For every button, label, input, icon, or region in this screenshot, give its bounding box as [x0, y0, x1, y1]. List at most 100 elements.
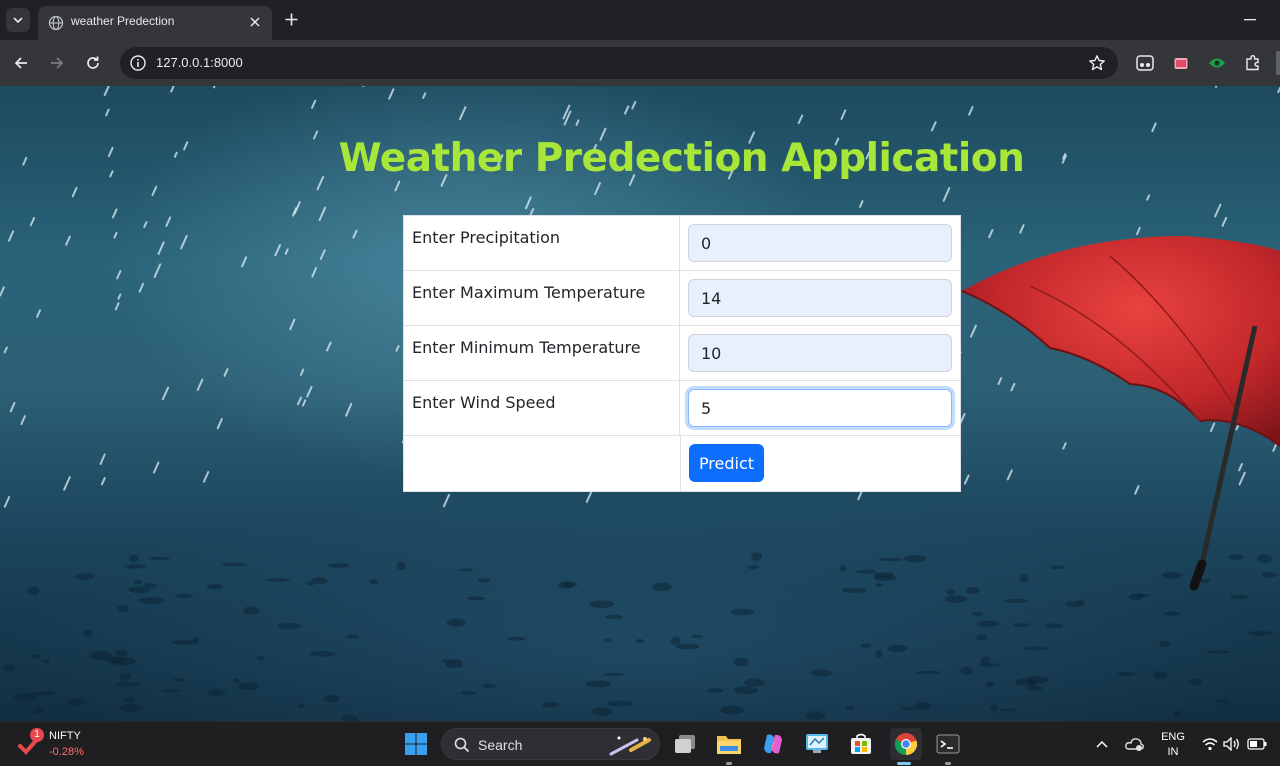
- extension-incognito-button[interactable]: [1135, 53, 1155, 73]
- rain-streak: [970, 324, 977, 338]
- ground-droplet: [507, 636, 526, 641]
- rain-streak: [318, 206, 327, 221]
- tab-title: weather Predection: [71, 14, 175, 28]
- rain-streak: [116, 270, 122, 280]
- max-temperature-input[interactable]: [688, 279, 952, 317]
- ground-droplet: [1261, 572, 1277, 578]
- rain-streak: [594, 182, 601, 196]
- rain-streak: [959, 412, 966, 424]
- ground-droplet: [860, 643, 872, 648]
- rain-streak: [797, 114, 804, 125]
- reload-button[interactable]: [81, 51, 105, 75]
- copilot-icon: [764, 734, 782, 754]
- globe-icon: [48, 15, 64, 31]
- ground-droplet: [887, 644, 908, 653]
- stock-name[interactable]: NIFTY: [49, 730, 81, 742]
- ground-droplet: [460, 691, 477, 695]
- ground-droplet: [915, 670, 942, 674]
- rain-streak: [223, 368, 229, 377]
- site-info-icon[interactable]: [129, 54, 147, 72]
- ground-droplet: [691, 634, 703, 639]
- precipitation-cell: [680, 216, 960, 270]
- copilot-button[interactable]: [759, 730, 787, 758]
- ground-droplet: [744, 678, 765, 687]
- min-temperature-input[interactable]: [688, 334, 952, 372]
- ground-droplet: [327, 563, 350, 568]
- forward-button[interactable]: [45, 51, 69, 75]
- taskbar: 1 NIFTY -0.28% Search ENG IN: [0, 721, 1280, 766]
- predict-button[interactable]: Predict: [689, 444, 764, 482]
- battery-button[interactable]: [1246, 730, 1268, 758]
- ground-droplet: [1128, 593, 1144, 601]
- ground-droplet: [1229, 594, 1249, 600]
- reload-icon: [87, 56, 99, 69]
- rain-streak: [988, 229, 994, 239]
- ground-droplet: [971, 612, 984, 616]
- side-panel-edge: [1276, 51, 1280, 75]
- file-explorer-button[interactable]: [715, 730, 743, 758]
- back-button[interactable]: [9, 51, 33, 75]
- url-text[interactable]: 127.0.0.1:8000: [156, 55, 243, 70]
- ground-droplet: [604, 638, 612, 643]
- show-hidden-icons-button[interactable]: [1089, 730, 1115, 758]
- terminal-button[interactable]: [934, 730, 962, 758]
- ground-droplet: [1153, 670, 1168, 680]
- ground-droplet: [876, 583, 884, 588]
- min-temperature-label: Enter Minimum Temperature: [404, 326, 680, 380]
- ground-droplet: [1023, 646, 1049, 651]
- browser-toolbar: 127.0.0.1:8000: [0, 40, 1280, 86]
- tray-app-button[interactable]: [1122, 730, 1148, 758]
- extensions-menu-button[interactable]: [1243, 53, 1263, 73]
- language-indicator[interactable]: ENG IN: [1160, 730, 1186, 760]
- ground-droplet: [114, 681, 139, 688]
- arrow-left-icon: [14, 57, 27, 69]
- bookmark-star-icon[interactable]: [1088, 54, 1106, 72]
- task-view-button[interactable]: [671, 730, 699, 758]
- extension-picture-button[interactable]: [1171, 53, 1191, 73]
- speaker-icon: [1223, 737, 1239, 751]
- rain-streak: [71, 186, 78, 198]
- ground-droplet: [1044, 623, 1064, 628]
- tab-active[interactable]: weather Predection: [38, 6, 272, 40]
- ground-droplet: [1188, 678, 1203, 686]
- form-row-submit: Predict: [404, 436, 960, 491]
- rain-streak: [65, 235, 71, 246]
- ground-droplet: [670, 636, 681, 646]
- rain-streak: [9, 402, 16, 413]
- rain-streak: [170, 86, 175, 93]
- ground-droplet: [238, 682, 259, 691]
- chrome-taskbar-button[interactable]: [890, 728, 922, 760]
- rain-streak: [422, 92, 427, 99]
- tab-search-menu-button[interactable]: [6, 8, 30, 32]
- empty-label-cell: [404, 436, 681, 491]
- ground-droplet: [841, 587, 868, 593]
- precipitation-input[interactable]: [688, 224, 952, 262]
- ground-droplet: [1013, 623, 1031, 628]
- control-panel-button[interactable]: [803, 730, 831, 758]
- ground-droplet: [116, 605, 129, 612]
- glasses-icon: [1136, 55, 1154, 71]
- eye-icon: [1209, 58, 1225, 68]
- rain-streak: [196, 378, 204, 391]
- wifi-status-button[interactable]: [1200, 730, 1220, 758]
- taskbar-search-box[interactable]: Search: [441, 728, 660, 760]
- ground-droplet: [128, 586, 150, 594]
- extension-eye-button[interactable]: [1207, 53, 1227, 73]
- control-panel-icon: [806, 734, 828, 753]
- ground-droplet: [914, 701, 932, 710]
- wind-speed-input[interactable]: [688, 389, 952, 427]
- ground-droplet: [675, 643, 700, 650]
- tab-close-button[interactable]: [246, 13, 264, 31]
- rain-streak: [3, 496, 11, 508]
- address-bar[interactable]: 127.0.0.1:8000: [120, 47, 1118, 79]
- rain-streak: [311, 267, 318, 278]
- microsoft-store-button[interactable]: [847, 730, 875, 758]
- ground-droplet: [124, 697, 135, 703]
- rain-streak: [20, 415, 26, 426]
- minimize-window-button[interactable]: [1240, 10, 1260, 30]
- chevron-up-icon: [1096, 740, 1108, 748]
- volume-button[interactable]: [1222, 730, 1242, 758]
- start-button[interactable]: [402, 730, 430, 758]
- new-tab-button[interactable]: [280, 8, 302, 30]
- rain-streak: [388, 88, 395, 100]
